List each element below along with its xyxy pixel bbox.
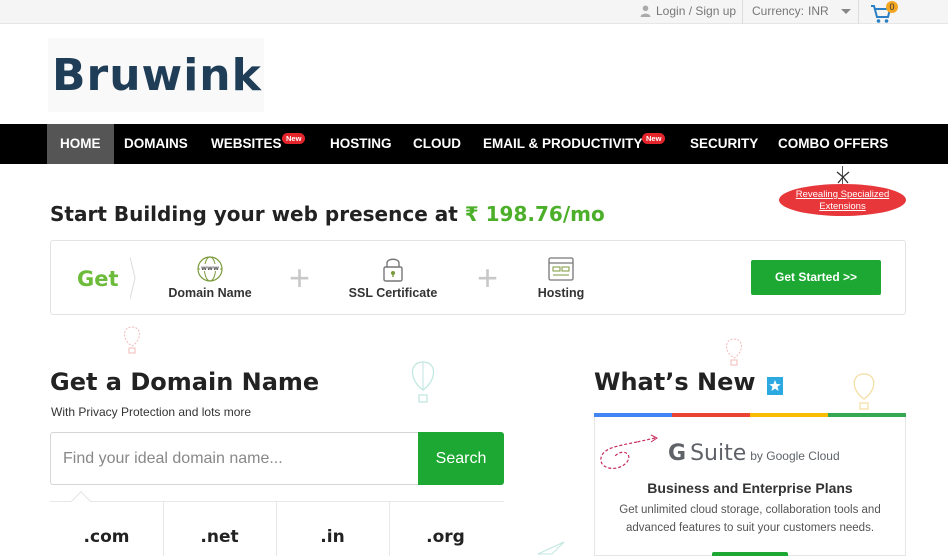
balloon-icon: [124, 326, 140, 354]
gsuite-suite: Suite: [690, 441, 747, 466]
divider: [858, 0, 859, 24]
nav-item-security[interactable]: SECURITY: [690, 124, 758, 164]
stripe-blue: [594, 413, 672, 417]
tld-in[interactable]: .in: [276, 502, 389, 556]
nav-label: CLOUD: [413, 136, 461, 151]
nav-item-combo-offers[interactable]: COMBO OFFERS: [778, 124, 888, 164]
currency-value: INR: [808, 4, 829, 18]
dashed-loop-decoration-icon: [600, 434, 658, 469]
nav-label: DOMAINS: [124, 136, 188, 151]
tld-net[interactable]: .net: [163, 502, 276, 556]
feature-domain-name: www Domain Name: [163, 255, 257, 300]
top-bar: Login / Sign up Currency: INR 0: [0, 0, 948, 24]
nav-label: EMAIL & PRODUCTIVITY: [483, 136, 643, 151]
whats-new-title: What’s New: [594, 368, 756, 396]
gsuite-logo: G Suite by Google Cloud: [668, 441, 840, 466]
currency-label: Currency:: [752, 4, 805, 18]
headline: Start Building your web presence at ₹ 19…: [50, 202, 605, 226]
chevron-separator-icon: [130, 257, 136, 299]
star-badge-icon: [767, 377, 783, 395]
plus-icon: +: [477, 257, 499, 298]
nav-item-domains[interactable]: DOMAINS: [124, 124, 188, 164]
headline-price: ₹ 198.76/mo: [464, 202, 605, 226]
get-started-button[interactable]: Get Started >>: [751, 260, 881, 295]
hot-air-balloon-icon: [853, 373, 875, 410]
paper-plane-icon: [537, 541, 565, 555]
whats-new-description: Get unlimited cloud storage, collaborati…: [619, 504, 881, 534]
tld-com[interactable]: .com: [50, 502, 163, 556]
svg-text:www: www: [201, 264, 219, 272]
currency-selector[interactable]: Currency: INR: [752, 4, 851, 18]
offer-tag-line2: Extensions: [819, 201, 866, 212]
nav-label: HOME: [60, 136, 101, 151]
tld-list: .com .net .in .org: [50, 501, 504, 556]
nav-item-home[interactable]: HOME: [47, 124, 114, 164]
nav-item-email-productivity[interactable]: EMAIL & PRODUCTIVITY: [483, 124, 643, 164]
nav-item-websites[interactable]: WEBSITES: [211, 124, 282, 164]
www-globe-icon: www: [197, 256, 223, 282]
cart-button[interactable]: 0: [868, 1, 898, 23]
domain-search-input[interactable]: [50, 432, 418, 485]
tld-org[interactable]: .org: [389, 502, 502, 556]
nav-label: WEBSITES: [211, 136, 282, 151]
feature-ssl-certificate: SSL Certificate: [341, 255, 445, 300]
get-label: Get: [77, 267, 119, 291]
nav-label: SECURITY: [690, 136, 759, 151]
divider: [742, 0, 743, 24]
domain-section-title: Get a Domain Name: [50, 368, 320, 396]
padlock-icon: [383, 258, 403, 282]
hot-air-balloon-icon: [411, 361, 435, 403]
feature-label: Hosting: [537, 286, 585, 300]
headline-text: Start Building your web presence at: [50, 202, 458, 226]
cart-count-badge: 0: [886, 1, 898, 13]
logo[interactable]: Bruwink: [48, 38, 264, 112]
stripe-yellow: [750, 413, 828, 417]
nav-item-hosting[interactable]: HOSTING: [330, 124, 392, 164]
nav-label: COMBO OFFERS: [778, 136, 889, 151]
new-badge: New: [282, 133, 306, 144]
login-signup-link[interactable]: Login / Sign up: [640, 4, 736, 18]
bundle-offer-box: Get www Domain Name + SSL Certificate +: [50, 240, 906, 315]
whats-new-cta-button[interactable]: [712, 552, 788, 556]
domain-section-subtitle: With Privacy Protection and lots more: [51, 405, 252, 419]
logo-text: Bruwink: [52, 50, 262, 101]
chevron-down-icon: [840, 8, 851, 14]
plus-icon: +: [289, 257, 311, 298]
feature-label: SSL Certificate: [348, 286, 438, 300]
new-badge: New: [642, 133, 666, 144]
balloon-icon: [726, 338, 742, 366]
offer-tag-line1: Revealing Specialized: [795, 189, 890, 200]
browser-window-icon: [548, 257, 574, 281]
ribbon-bow-icon: [836, 171, 850, 184]
extensions-offer-tag[interactable]: Revealing Specialized Extensions: [779, 184, 906, 216]
google-color-stripe: [594, 413, 906, 417]
gsuite-by: by Google Cloud: [750, 449, 840, 463]
user-icon: [640, 5, 651, 17]
feature-label: Domain Name: [168, 286, 252, 300]
stripe-red: [672, 413, 750, 417]
whats-new-plans-heading: Business and Enterprise Plans: [647, 480, 853, 496]
search-button[interactable]: Search: [418, 432, 504, 485]
main-nav: HOME DOMAINS WEBSITES New HOSTING CLOUD …: [0, 124, 948, 164]
login-label: Login / Sign up: [656, 4, 737, 18]
stripe-green: [828, 413, 906, 417]
gsuite-g: G: [668, 441, 687, 466]
nav-label: HOSTING: [330, 136, 392, 151]
nav-item-cloud[interactable]: CLOUD: [413, 124, 461, 164]
feature-hosting: Hosting: [527, 255, 595, 300]
